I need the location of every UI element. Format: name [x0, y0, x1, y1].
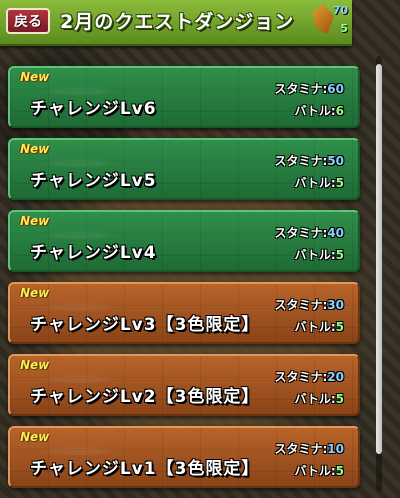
- stamina-row: スタミナ:20: [274, 368, 344, 385]
- stamina-label: スタミナ:: [274, 298, 328, 312]
- new-badge: New: [20, 214, 50, 228]
- quest-item-lv1[interactable]: New チャレンジLv1【3色限定】 スタミナ:10 バトル:5: [8, 426, 360, 488]
- battle-value: 5: [335, 320, 344, 334]
- stamina-label: スタミナ:: [274, 442, 328, 456]
- stamina-row: スタミナ:60: [274, 80, 344, 97]
- quest-item-lv6[interactable]: New チャレンジLv6 スタミナ:60 バトル:6: [8, 66, 360, 128]
- battle-label: バトル:: [294, 320, 336, 334]
- quest-item-lv5[interactable]: New チャレンジLv5 スタミナ:50 バトル:5: [8, 138, 360, 200]
- battle-row: バトル:5: [294, 246, 344, 263]
- battle-value: 5: [335, 176, 344, 190]
- stamina-label: スタミナ:: [274, 370, 328, 384]
- stamina-value: 40: [327, 226, 344, 240]
- partial-battle-value: 5: [340, 22, 348, 35]
- battle-row: バトル:5: [294, 318, 344, 335]
- battle-row: バトル:5: [294, 174, 344, 191]
- stamina-label: スタミナ:: [274, 226, 328, 240]
- back-button[interactable]: 戻る: [6, 8, 50, 34]
- stamina-value: 50: [327, 154, 344, 168]
- battle-row: バトル:6: [294, 102, 344, 119]
- stamina-label: スタミナ:: [274, 82, 328, 96]
- stamina-value: 10: [327, 442, 344, 456]
- stamina-row: スタミナ:30: [274, 296, 344, 313]
- quest-item-lv4[interactable]: New チャレンジLv4 スタミナ:40 バトル:5: [8, 210, 360, 272]
- battle-value: 5: [335, 248, 344, 262]
- quest-name: チャレンジLv5: [30, 171, 157, 191]
- stamina-value: 30: [327, 298, 344, 312]
- page-title: 2月のクエストダンジョン: [60, 11, 295, 33]
- quest-name: チャレンジLv2【3色限定】: [30, 387, 260, 407]
- battle-row: バトル:5: [294, 390, 344, 407]
- scrollbar-thumb[interactable]: [376, 64, 382, 454]
- back-button-label: 戻る: [14, 13, 42, 29]
- quest-name: チャレンジLv4: [30, 243, 157, 263]
- battle-label: バトル:: [294, 464, 336, 478]
- quest-item-lv3[interactable]: New チャレンジLv3【3色限定】 スタミナ:30 バトル:5: [8, 282, 360, 344]
- stamina-row: スタミナ:10: [274, 440, 344, 457]
- new-badge: New: [20, 358, 50, 372]
- battle-value: 5: [335, 392, 344, 406]
- battle-row: バトル:5: [294, 462, 344, 479]
- battle-label: バトル:: [294, 176, 336, 190]
- header-bar: 戻る 2月のクエストダンジョン 70 5: [0, 0, 352, 46]
- partial-stats: 70 5: [318, 2, 348, 38]
- stamina-label: スタミナ:: [274, 154, 328, 168]
- new-badge: New: [20, 142, 50, 156]
- quest-name: チャレンジLv6: [30, 99, 157, 119]
- quest-name: チャレンジLv1【3色限定】: [30, 459, 260, 479]
- new-badge: New: [20, 430, 50, 444]
- stamina-value: 60: [327, 82, 344, 96]
- new-badge: New: [20, 70, 50, 84]
- battle-label: バトル:: [294, 104, 336, 118]
- battle-label: バトル:: [294, 392, 336, 406]
- battle-value: 6: [335, 104, 344, 118]
- quest-item-lv2[interactable]: New チャレンジLv2【3色限定】 スタミナ:20 バトル:5: [8, 354, 360, 416]
- battle-value: 5: [335, 464, 344, 478]
- stamina-row: スタミナ:50: [274, 152, 344, 169]
- quest-name: チャレンジLv3【3色限定】: [30, 315, 260, 335]
- stamina-value: 20: [327, 370, 344, 384]
- partial-stamina-value: 70: [332, 4, 348, 17]
- stamina-row: スタミナ:40: [274, 224, 344, 241]
- battle-label: バトル:: [294, 248, 336, 262]
- new-badge: New: [20, 286, 50, 300]
